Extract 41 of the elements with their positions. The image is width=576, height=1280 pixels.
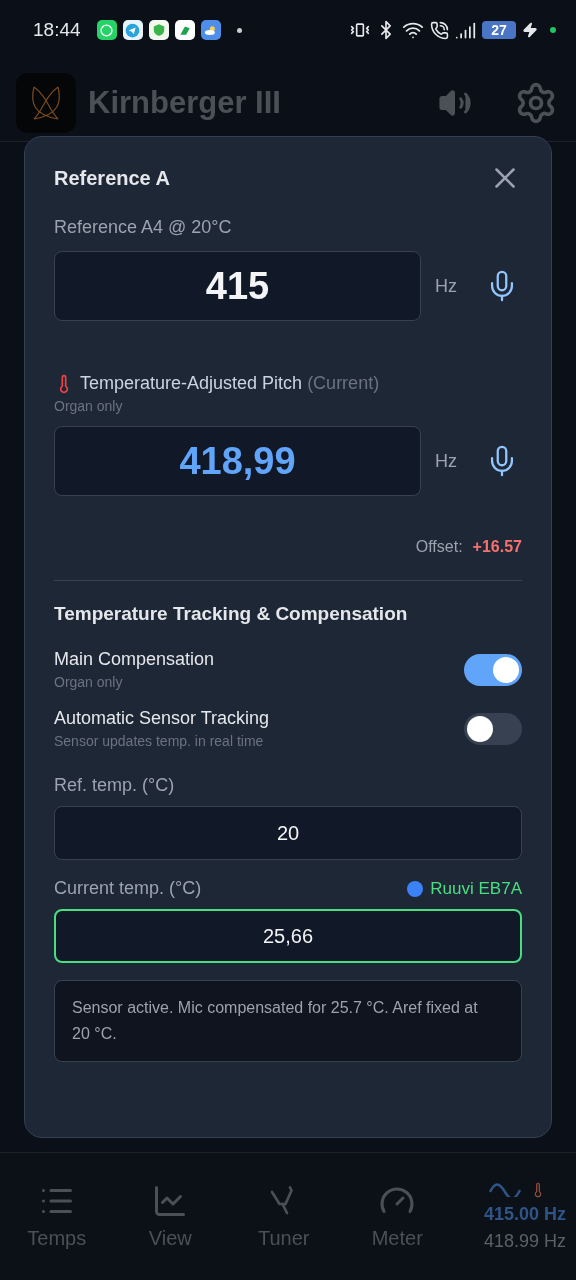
field-label: Temperature-Adjusted Pitch (Current) (80, 373, 380, 394)
offset-label: Offset: (415, 538, 463, 556)
toggle-hint: Sensor updates temp. in real time (54, 733, 265, 749)
reference-frequency: 415.00 Hz (483, 1203, 566, 1225)
logo-icon (16, 72, 76, 133)
app-title: Kirnberger III (88, 84, 282, 121)
battery-level: 27 (482, 21, 516, 39)
sensor-name: Ruuvi EB7A (406, 878, 522, 899)
call-icon (430, 20, 449, 40)
input-field[interactable]: 20 (54, 806, 522, 860)
input-field[interactable]: 418,99 (54, 426, 421, 496)
toggle-switch[interactable] (464, 712, 522, 745)
vibrate-icon (350, 20, 370, 40)
dialog-title: Reference A (54, 166, 170, 190)
paper-plane-app-icon (122, 20, 143, 40)
unit-label: Hz (435, 275, 458, 297)
field-label: Current temp. (°C) (54, 878, 202, 899)
toggle-label: Main Compensation (54, 649, 215, 670)
indicator-dot-icon (550, 27, 556, 33)
clock-time: 18:44 (33, 19, 81, 41)
toggle-hint: Organ only (54, 674, 124, 690)
field-hint: Organ only (54, 398, 124, 414)
input-field[interactable]: 415 (54, 251, 421, 321)
more-notifications-icon (236, 27, 242, 33)
phone-app-icon (96, 20, 117, 40)
offset-value: +16.57 (472, 538, 522, 556)
cloud-app-icon (200, 20, 221, 40)
leaf-app-icon (174, 20, 195, 40)
info-message: Sensor active. Mic compensated for 25.7 °C. Aref fixed at 20 °C. (54, 980, 522, 1062)
charging-icon (522, 22, 538, 38)
section-title: Temperature Tracking & Compensation (54, 603, 409, 625)
input-field[interactable]: 25,66 (54, 909, 522, 963)
toggle-label: Automatic Sensor Tracking (54, 708, 270, 729)
unit-label: Hz (435, 450, 458, 472)
current-frequency: 418.99 Hz (483, 1230, 566, 1252)
sensor-dot-icon (406, 879, 425, 898)
field-label: Reference A4 @ 20°C (54, 217, 232, 238)
toggle-switch[interactable] (464, 653, 522, 686)
field-label: Ref. temp. (°C) (54, 775, 175, 796)
wave-icon (488, 1182, 522, 1197)
shield-app-icon (148, 20, 169, 40)
